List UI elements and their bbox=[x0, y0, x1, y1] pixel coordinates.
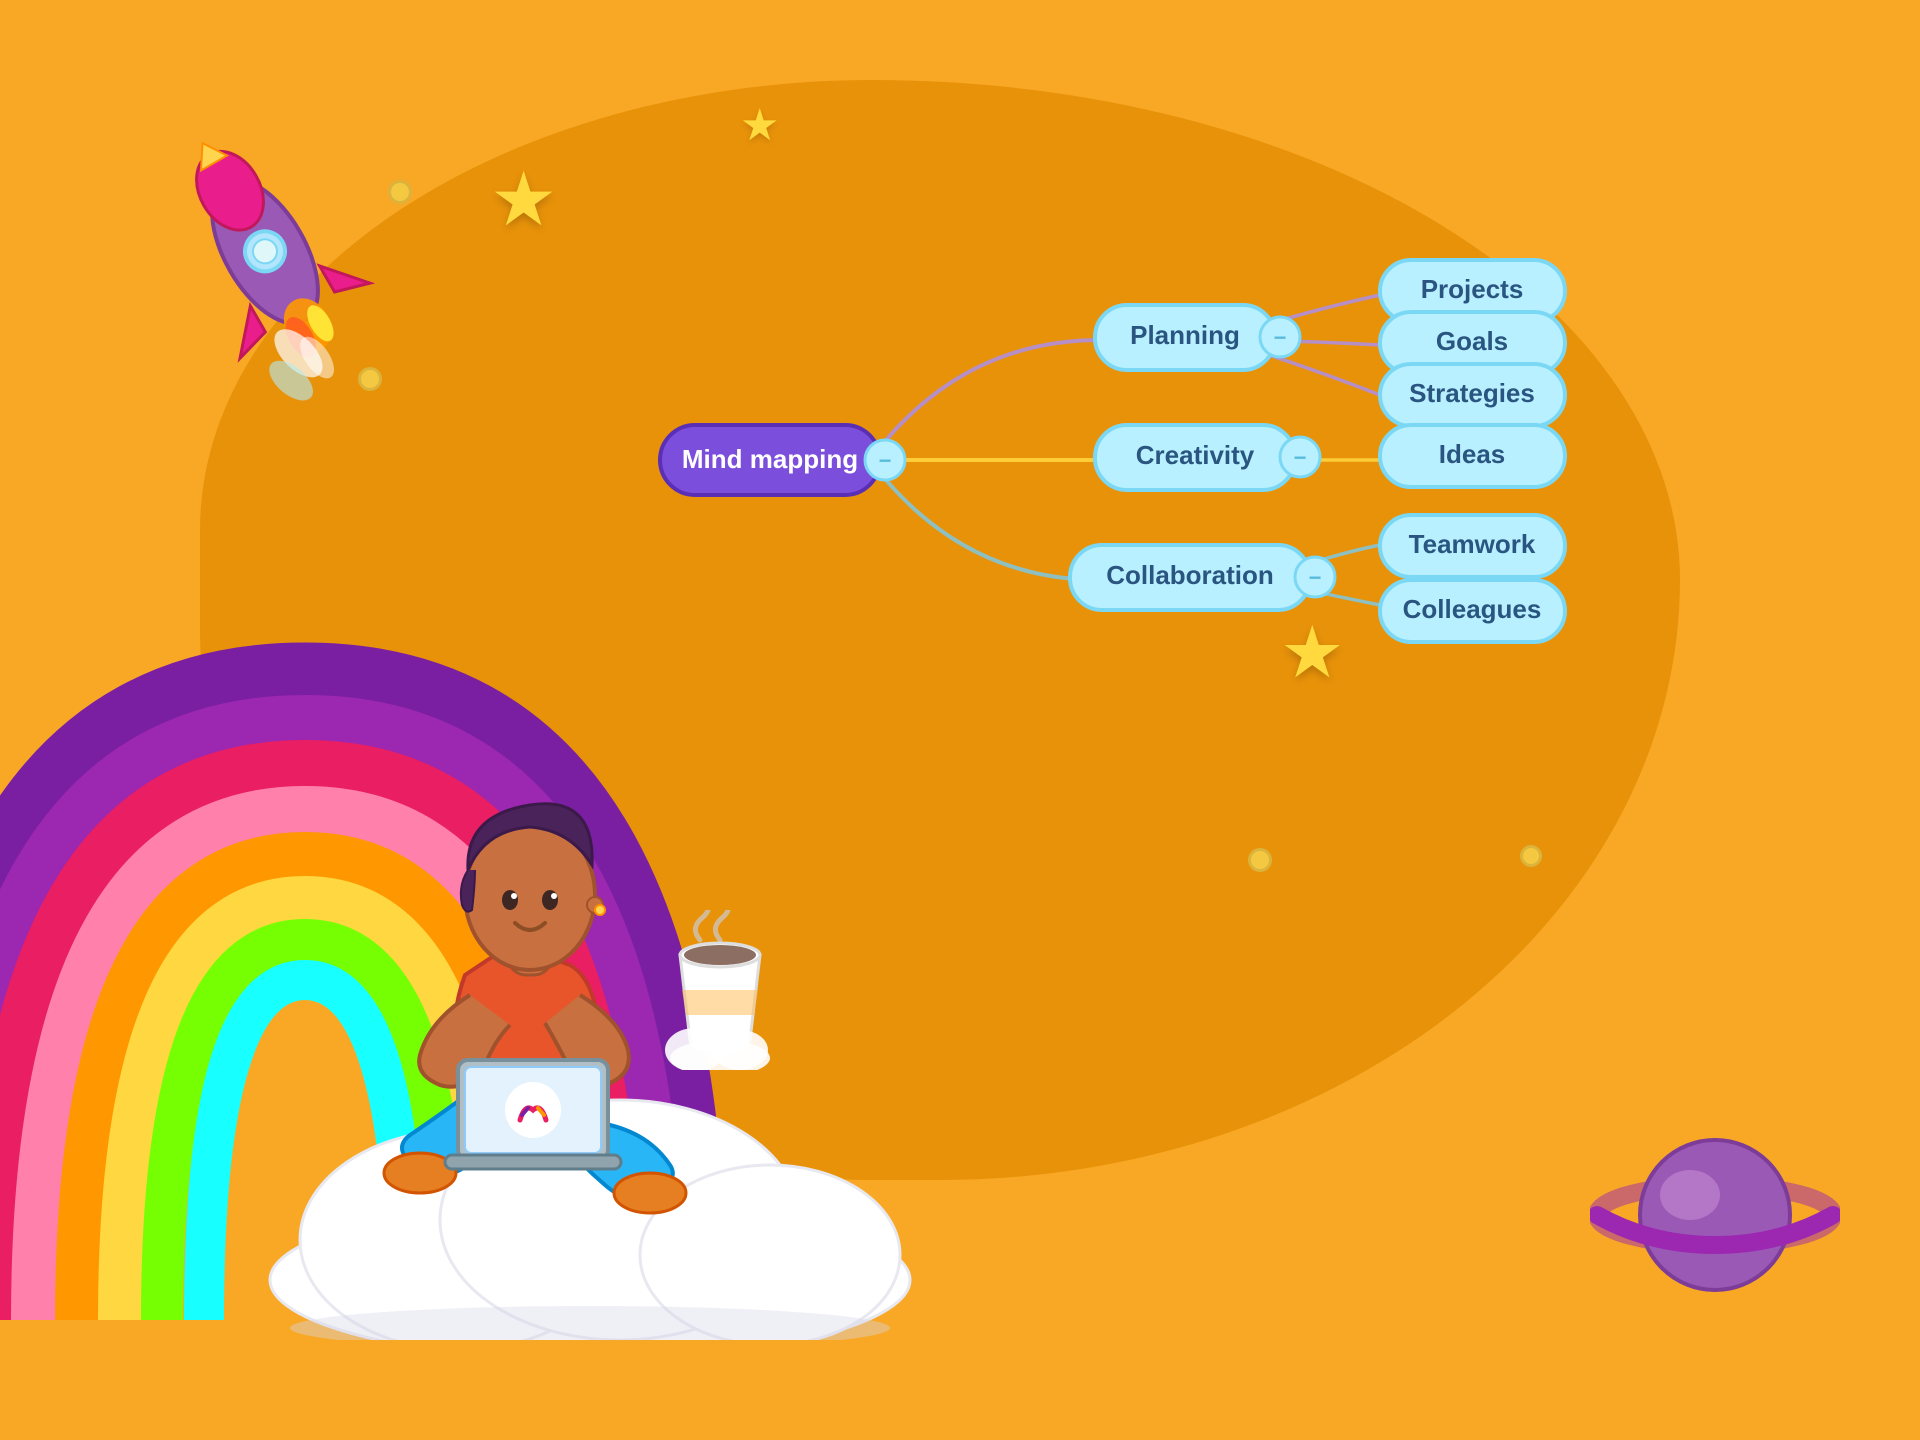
planet-icon bbox=[1590, 1090, 1840, 1340]
star-1: ★ bbox=[490, 155, 557, 243]
svg-text:Goals: Goals bbox=[1436, 326, 1508, 356]
svg-text:−: − bbox=[1309, 565, 1322, 590]
svg-text:Planning: Planning bbox=[1130, 320, 1240, 350]
svg-text:Projects: Projects bbox=[1421, 274, 1524, 304]
svg-text:−: − bbox=[1274, 325, 1287, 350]
mindmap-diagram: Mind mapping − Planning − Creativity − C… bbox=[560, 140, 1660, 780]
dot-3 bbox=[1248, 848, 1272, 872]
svg-text:Strategies: Strategies bbox=[1409, 378, 1535, 408]
dot-2 bbox=[358, 367, 382, 391]
svg-text:Creativity: Creativity bbox=[1136, 440, 1255, 470]
svg-text:Colleagues: Colleagues bbox=[1403, 594, 1542, 624]
svg-text:Collaboration: Collaboration bbox=[1106, 560, 1274, 590]
svg-text:−: − bbox=[1294, 445, 1307, 470]
svg-text:Ideas: Ideas bbox=[1439, 439, 1506, 469]
dot-4 bbox=[1520, 845, 1542, 867]
svg-text:−: − bbox=[879, 448, 892, 473]
svg-text:Teamwork: Teamwork bbox=[1409, 529, 1536, 559]
svg-text:Mind mapping: Mind mapping bbox=[682, 444, 858, 474]
coffee-cup-icon bbox=[660, 910, 780, 1070]
dot-1 bbox=[388, 180, 412, 204]
